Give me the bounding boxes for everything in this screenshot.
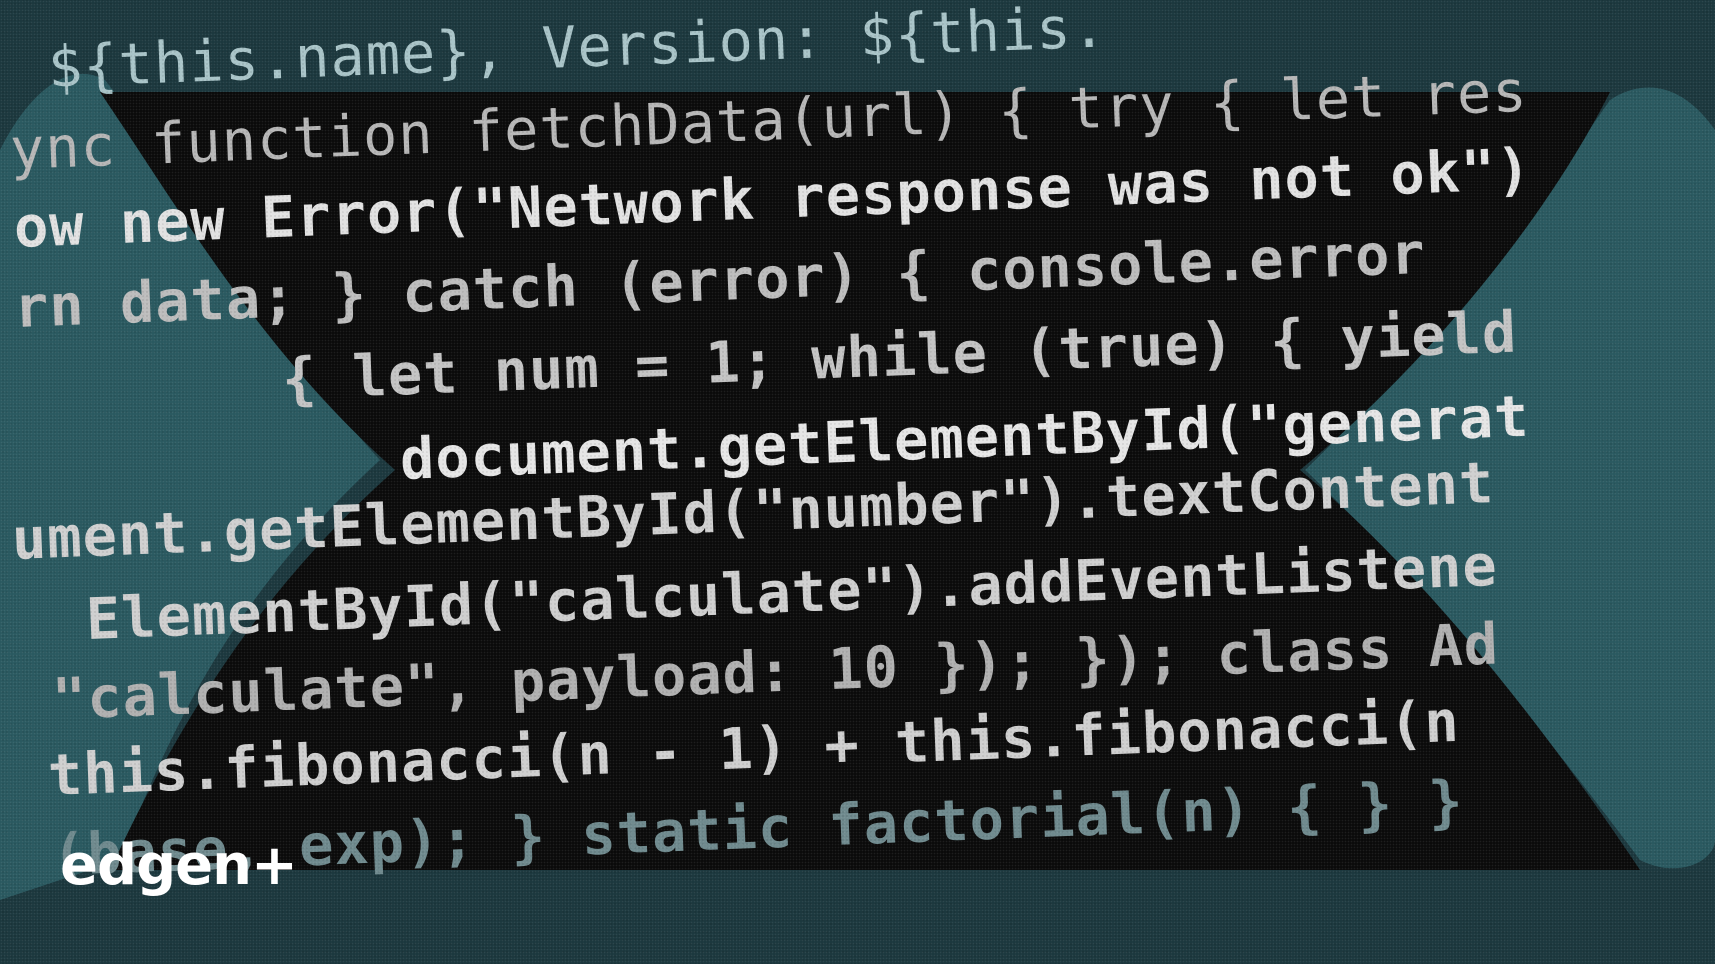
edgen-logo[interactable]: edgen+ xyxy=(60,838,298,894)
code-text-layer: ${this.name}, Version: ${this. ync funct… xyxy=(0,0,1715,964)
hero-graphic: ${this.name}, Version: ${this. ync funct… xyxy=(0,0,1715,964)
